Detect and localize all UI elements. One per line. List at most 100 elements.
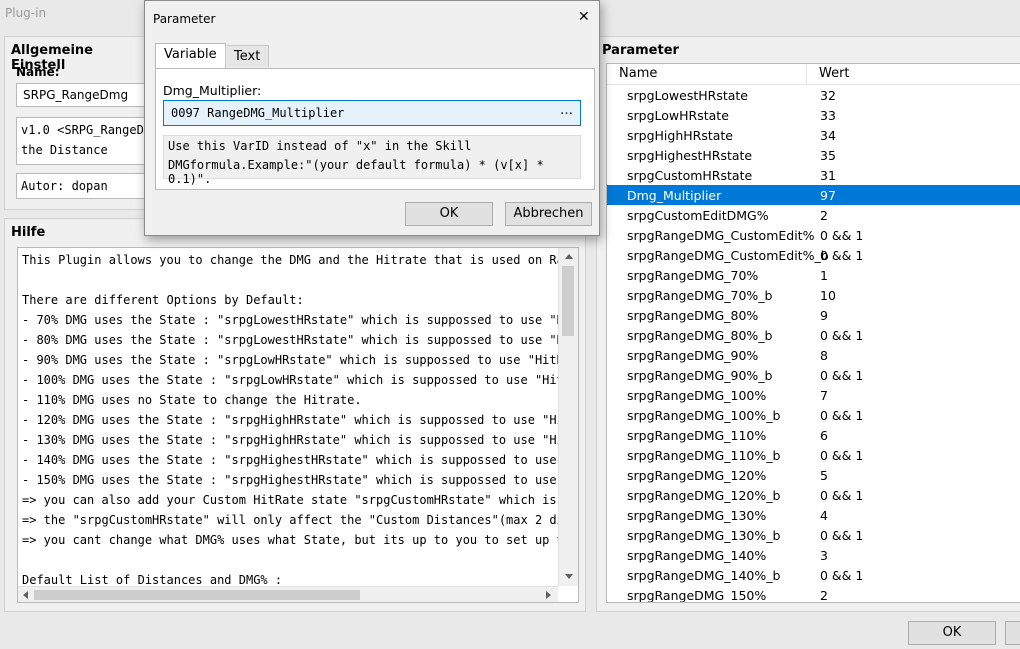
parameter-name-cell: srpgRangeDMG_150% [627, 588, 767, 603]
table-row[interactable]: srpgRangeDMG_CustomEdit%_b 0 && 1 [607, 245, 1020, 265]
table-row[interactable]: srpgHighestHRstate 35 [607, 145, 1020, 165]
table-row[interactable]: srpgRangeDMG_140%_b 0 && 1 [607, 565, 1020, 585]
description-line-1: v1.0 <SRPG_RangeDm [21, 123, 152, 137]
plugin-description-field[interactable]: v1.0 <SRPG_RangeDm the Distance [16, 117, 156, 165]
parameter-value-cell: 33 [820, 108, 836, 123]
table-row[interactable]: srpgRangeDMG_80%_b 0 && 1 [607, 325, 1020, 345]
column-header-value[interactable]: Wert [819, 66, 850, 81]
help-text: This Plugin allows you to change the DMG… [22, 253, 558, 586]
parameter-name-cell: srpgRangeDMG_80%_b [627, 328, 773, 343]
plugin-name-value: SRPG_RangeDmg [23, 88, 129, 102]
table-row[interactable]: srpgCustomEditDMG% 2 [607, 205, 1020, 225]
table-row[interactable]: srpgRangeDMG_130%_b 0 && 1 [607, 525, 1020, 545]
parameter-name-cell: srpgRangeDMG_70%_b [627, 288, 773, 303]
table-row[interactable]: srpgLowHRstate 33 [607, 105, 1020, 125]
parameter-name-cell: srpgLowestHRstate [627, 88, 748, 103]
parameter-value-cell: 7 [820, 388, 828, 403]
help-scroll-thumb[interactable] [562, 266, 574, 336]
tab-variable[interactable]: Variable [155, 43, 226, 69]
browse-icon[interactable]: … [560, 103, 573, 118]
table-row[interactable]: srpgRangeDMG_100% 7 [607, 385, 1020, 405]
table-row[interactable]: srpgCustomHRstate 31 [607, 165, 1020, 185]
table-row[interactable]: Dmg_Multiplier 97 [607, 185, 1020, 205]
parameter-value-cell: 0 && 1 [820, 568, 864, 583]
help-vertical-scrollbar[interactable] [558, 248, 578, 586]
parameter-name-cell: srpgRangeDMG_130%_b [627, 528, 781, 543]
parameter-value-cell: 6 [820, 428, 828, 443]
parameter-value-cell: 2 [820, 588, 828, 603]
cancel-button-partial[interactable] [1005, 621, 1020, 645]
description-line-2: the Distance [21, 143, 108, 157]
table-row[interactable]: srpgRangeDMG_70%_b 10 [607, 285, 1020, 305]
parameter-value-cell: 0 && 1 [820, 528, 864, 543]
parameter-value-cell: 0 && 1 [820, 248, 864, 263]
author-text: Autor: dopan [21, 179, 108, 193]
help-horizontal-scrollbar[interactable] [18, 586, 558, 602]
table-row[interactable]: srpgRangeDMG_110% 6 [607, 425, 1020, 445]
dialog-cancel-button[interactable]: Abbrechen [505, 202, 592, 226]
parameter-table-header: Name Wert [607, 64, 1020, 85]
parameter-name-cell: srpgRangeDMG_90% [627, 348, 759, 363]
parameter-name-cell: srpgRangeDMG_CustomEdit% [627, 228, 815, 243]
table-row[interactable]: srpgRangeDMG_CustomEdit% 0 && 1 [607, 225, 1020, 245]
table-row[interactable]: srpgRangeDMG_120% 5 [607, 465, 1020, 485]
help-hscroll-thumb[interactable] [34, 590, 360, 600]
table-row[interactable]: srpgRangeDMG_90%_b 0 && 1 [607, 365, 1020, 385]
parameter-name-cell: Dmg_Multiplier [627, 188, 722, 203]
parameter-value-cell: 0 && 1 [820, 448, 864, 463]
parameter-value-cell: 9 [820, 308, 828, 323]
dmg-multiplier-label: Dmg_Multiplier: [163, 83, 262, 98]
table-row[interactable]: srpgRangeDMG_140% 3 [607, 545, 1020, 565]
parameter-name-cell: srpgRangeDMG_120%_b [627, 488, 781, 503]
scroll-left-icon[interactable] [23, 591, 28, 599]
parameter-value-cell: 32 [820, 88, 836, 103]
parameter-name-cell: srpgRangeDMG_100%_b [627, 408, 781, 423]
parameter-value-cell: 0 && 1 [820, 488, 864, 503]
help-title: Hilfe [11, 225, 46, 240]
parameter-name-cell: srpgCustomEditDMG% [627, 208, 769, 223]
scroll-up-icon[interactable] [565, 254, 573, 259]
table-row[interactable]: srpgRangeDMG_80% 9 [607, 305, 1020, 325]
help-textarea[interactable]: This Plugin allows you to change the DMG… [17, 247, 579, 603]
parameter-name-cell: srpgRangeDMG_CustomEdit%_b [627, 248, 829, 263]
parameter-description: Use this VarID instead of "x" in the Ski… [163, 135, 581, 186]
parameter-name-cell: srpgRangeDMG_120% [627, 468, 767, 483]
parameter-name-cell: srpgHighestHRstate [627, 148, 753, 163]
column-header-name[interactable]: Name [619, 66, 657, 81]
table-row[interactable]: srpgRangeDMG_110%_b 0 && 1 [607, 445, 1020, 465]
parameter-value-cell: 35 [820, 148, 836, 163]
parameter-name-cell: srpgHighHRstate [627, 128, 733, 143]
scroll-right-icon[interactable] [546, 591, 551, 599]
parameter-name-cell: srpgRangeDMG_100% [627, 388, 767, 403]
parameter-value-cell: 31 [820, 168, 836, 183]
name-label: Name: [16, 65, 60, 79]
close-icon[interactable]: ✕ [578, 9, 590, 25]
parameter-value-cell: 1 [820, 268, 828, 283]
table-row[interactable]: srpgRangeDMG_100%_b 0 && 1 [607, 405, 1020, 425]
table-row[interactable]: srpgRangeDMG_70% 1 [607, 265, 1020, 285]
variable-select-field[interactable]: 0097 RangeDMG_Multiplier … [163, 100, 581, 126]
parameter-table[interactable]: Name Wert srpgLowestHRstate 32 srpgLowHRst… [606, 63, 1020, 603]
general-settings-panel: Allgemeine Einstell Name: SRPG_RangeDmg … [4, 36, 156, 210]
author-field: Autor: dopan [16, 173, 156, 199]
plugin-name-field[interactable]: SRPG_RangeDmg [16, 83, 156, 107]
table-row[interactable]: srpgRangeDMG_90% 8 [607, 345, 1020, 365]
table-row[interactable]: srpgRangeDMG_120%_b 0 && 1 [607, 485, 1020, 505]
help-panel: Hilfe This Plugin allows you to change t… [4, 218, 586, 612]
table-row[interactable]: srpgRangeDMG_150% 2 [607, 585, 1020, 603]
tab-text[interactable]: Text [225, 45, 270, 67]
scroll-down-icon[interactable] [565, 574, 573, 579]
parameter-rows: srpgLowestHRstate 32 srpgLowHRstate 33 srpgH… [607, 85, 1020, 603]
table-row[interactable]: srpgLowestHRstate 32 [607, 85, 1020, 105]
dialog-ok-button[interactable]: OK [405, 202, 493, 226]
ok-button[interactable]: OK [908, 621, 996, 645]
table-row[interactable]: srpgHighHRstate 34 [607, 125, 1020, 145]
column-separator[interactable] [806, 64, 807, 84]
parameter-name-cell: srpgRangeDMG_70% [627, 268, 759, 283]
parameter-name-cell: srpgRangeDMG_80% [627, 308, 759, 323]
parameter-description-line-1: Use this VarID instead of "x" in the Ski… [168, 139, 472, 153]
window-title: Plug-in [5, 6, 47, 20]
table-row[interactable]: srpgRangeDMG_130% 4 [607, 505, 1020, 525]
parameter-value-cell: 97 [820, 188, 836, 203]
parameter-name-cell: srpgRangeDMG_140%_b [627, 568, 781, 583]
